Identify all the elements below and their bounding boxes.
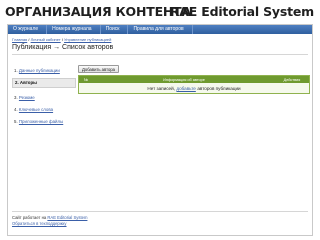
sidebar-item-label: Приложенные файлы (18, 119, 64, 124)
add-author-button[interactable]: Добавить автора (78, 65, 119, 73)
top-navigation: О журнале Номера журнала Поиск Правила д… (8, 25, 312, 34)
app-screenshot: О журнале Номера журнала Поиск Правила д… (7, 24, 313, 236)
add-authors-link[interactable]: добавьте (176, 86, 195, 91)
column-header-number: № (83, 77, 89, 82)
breadcrumb-account[interactable]: Личный кабинет (31, 37, 61, 42)
support-link[interactable]: Обратиться в техподдержку (12, 221, 67, 226)
sidebar-item-label: Авторы (19, 80, 37, 85)
sidebar-item-label: Данные публикации (18, 68, 60, 73)
sidebar-item-label: Ключевые слова (18, 107, 54, 112)
rae-editorial-system-link[interactable]: RAE Editorial System (47, 215, 87, 220)
column-header-actions: Действия (283, 77, 301, 82)
column-header-author-info: Информация об авторе (163, 77, 205, 82)
step-number: 1. (14, 68, 18, 73)
divider (12, 54, 308, 55)
footer-support: Обратиться в техподдержку (12, 221, 87, 227)
slide-product-name: RAE Editorial System (169, 4, 314, 19)
breadcrumb-manage-publication[interactable]: Управление публикацией (64, 37, 111, 42)
divider (12, 211, 308, 212)
nav-item-author-rules[interactable]: Правила для авторов (128, 25, 193, 34)
footer: Сайт работает на RAE Editorial System Об… (12, 215, 87, 227)
footer-text: Сайт работает на (12, 215, 47, 220)
breadcrumb: Главная / Личный кабинет / Управление пу… (12, 37, 111, 42)
step-number: 5. (14, 119, 18, 124)
slide-title: ОРГАНИЗАЦИЯ КОНТЕНТА (5, 4, 191, 19)
nav-item-journal-issues[interactable]: Номера журнала (47, 25, 101, 34)
table-header: № Информация об авторе Действия (79, 76, 309, 83)
sidebar-item-authors[interactable]: 2. Авторы (12, 78, 76, 88)
empty-message-prefix: Нет записей, (147, 85, 175, 91)
nav-item-search[interactable]: Поиск (101, 25, 129, 34)
sidebar-item-abstract[interactable]: 3. Резюме (12, 94, 76, 102)
slide-header: ОРГАНИЗАЦИЯ КОНТЕНТА RAE Editorial Syste… (0, 0, 320, 24)
sidebar-item-keywords[interactable]: 4. Ключевые слова (12, 106, 76, 114)
page-title: Публикация → Список авторов (12, 44, 114, 51)
empty-message-suffix: авторов публикации (197, 85, 241, 91)
sidebar-item-attached-files[interactable]: 5. Приложенные файлы (12, 118, 76, 126)
authors-table: № Информация об авторе Действия Нет запи… (78, 75, 310, 94)
step-number: 2. (15, 80, 19, 85)
sidebar-item-publication-data[interactable]: 1. Данные публикации (12, 67, 76, 75)
empty-table-row: Нет записей, добавьте авторов публикации (79, 83, 309, 93)
publication-steps-sidebar: 1. Данные публикации 2. Авторы 3. Резюме… (12, 67, 76, 126)
step-number: 3. (14, 95, 18, 100)
breadcrumb-home[interactable]: Главная (12, 37, 27, 42)
sidebar-item-label: Резюме (18, 95, 35, 100)
step-number: 4. (14, 107, 18, 112)
nav-item-about-journal[interactable]: О журнале (8, 25, 48, 34)
